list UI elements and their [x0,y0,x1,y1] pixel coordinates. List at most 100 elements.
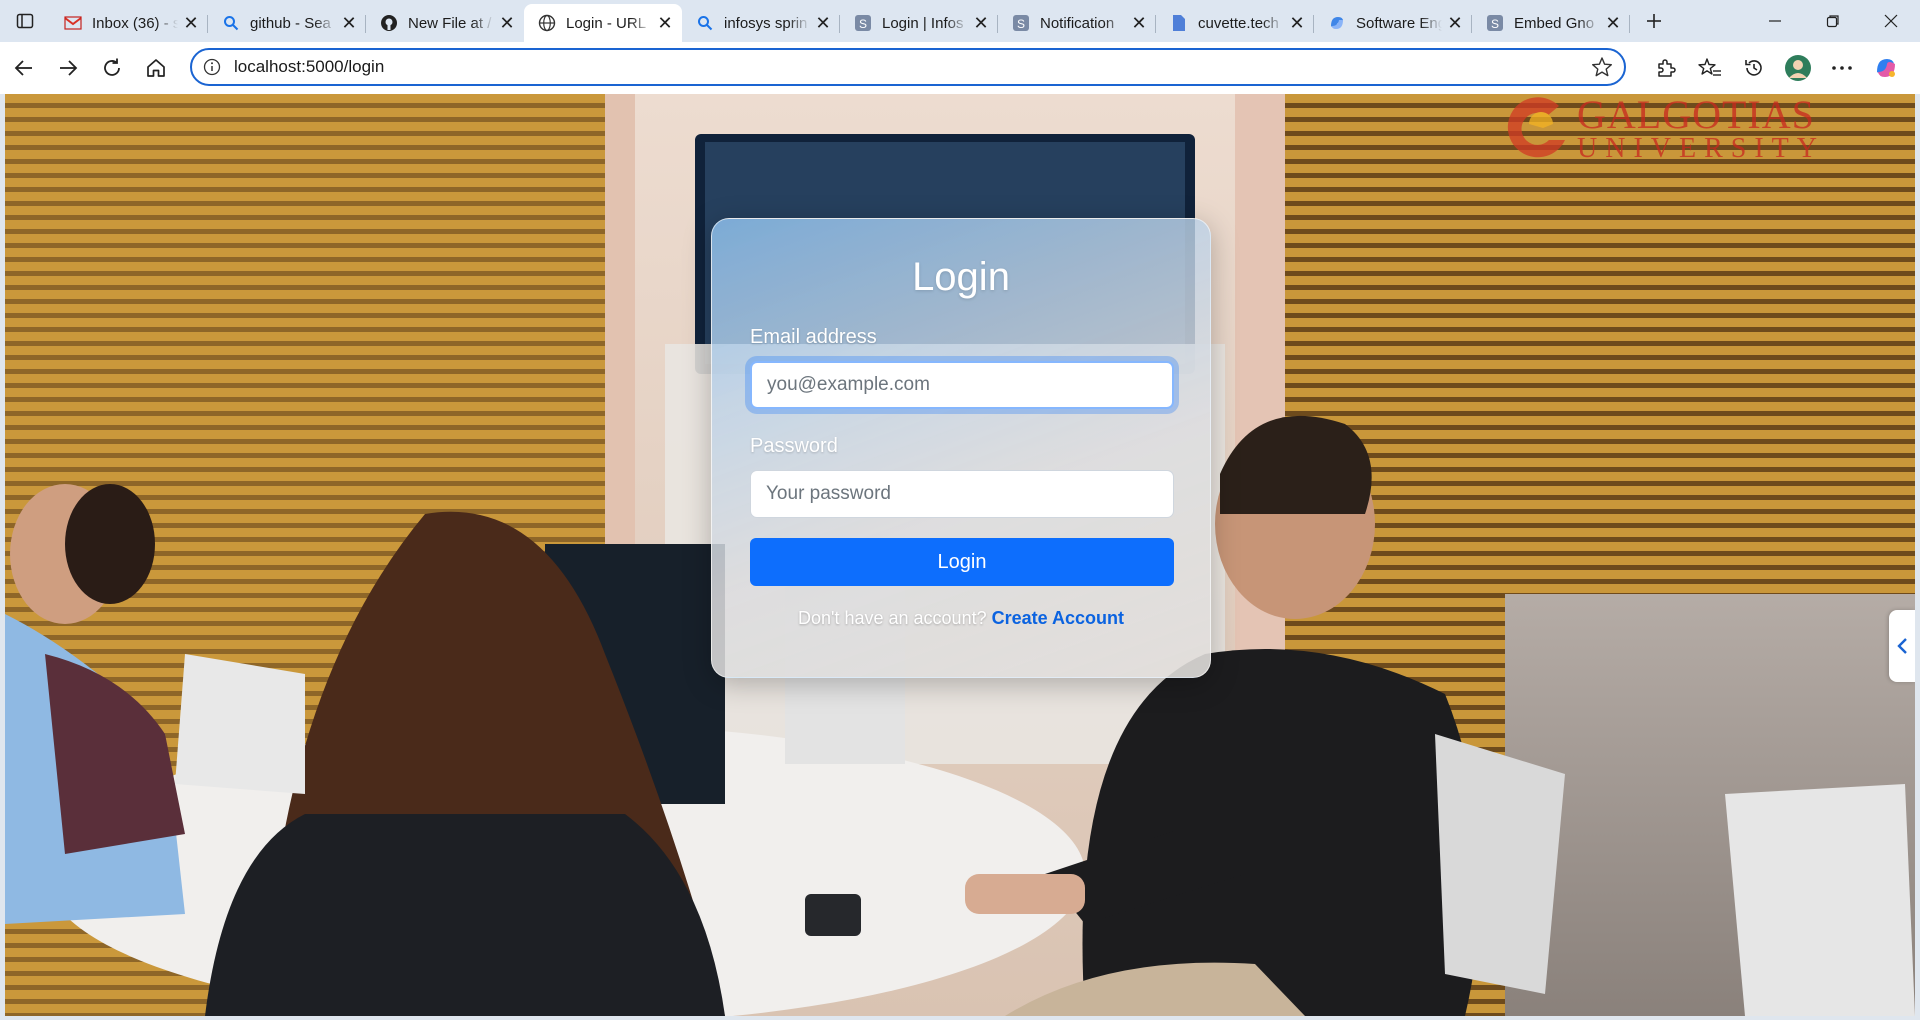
login-button[interactable]: Login [750,538,1174,586]
svg-text:S: S [1491,17,1499,31]
browser-tab[interactable]: Software Eng ✕ [1314,7,1472,39]
tab-actions-icon [16,13,34,29]
password-field[interactable] [750,470,1174,518]
more-options-button[interactable] [1820,48,1864,88]
tab-title: Login | Infos [882,14,964,32]
url-text[interactable]: localhost:5000/login [234,57,1590,77]
browser-toolbar: localhost:5000/login [0,42,1920,94]
email-field[interactable] [750,361,1174,409]
password-field-group: Password [750,435,1174,518]
browser-tab[interactable]: S Notification ✕ [998,7,1156,39]
arrow-right-icon [60,60,78,76]
svg-text:S: S [1017,17,1025,31]
password-label: Password [750,435,838,457]
reload-button[interactable] [90,48,134,88]
minimize-button[interactable] [1746,0,1804,42]
copilot-icon [1328,14,1346,32]
signup-prompt: Don't have an account? [798,608,987,628]
refresh-icon [104,58,120,76]
login-card: Login Email address Password Login Don't… [711,218,1211,678]
new-tab-button[interactable] [1634,5,1674,37]
info-icon[interactable] [202,57,222,77]
close-icon[interactable]: ✕ [814,13,832,33]
minimize-icon [1769,20,1781,22]
tab-title: Software Eng [1356,14,1442,32]
back-button[interactable] [2,48,46,88]
restore-icon [1826,15,1839,28]
tab-title: infosys sprin [724,14,808,32]
gmail-icon [64,14,82,32]
tab-divider [1629,15,1630,33]
browser-tab[interactable]: S Login | Infos ✕ [840,7,998,39]
sidebar-toggle-button[interactable] [1889,610,1915,682]
copilot-icon [1877,59,1895,77]
window-controls [1746,0,1920,42]
university-emblem [1507,97,1565,158]
copilot-button[interactable] [1864,48,1908,88]
browser-tab[interactable]: cuvette.tech ✕ [1156,7,1314,39]
toolbar-actions [1644,48,1908,88]
favorites-button[interactable] [1688,48,1732,88]
university-name: GALGOTIAS [1577,94,1815,137]
address-bar[interactable]: localhost:5000/login [190,48,1626,86]
university-wordmark: GALGOTIAS UNIVERSITY [1577,95,1825,163]
home-icon [147,59,165,77]
tab-strip: Inbox (36) - s ✕ github - Sea ✕ New File… [0,0,1920,42]
springboard-icon: S [854,14,872,32]
browser-tab-active[interactable]: Login - URL ✕ [524,4,682,42]
tab-title: Login - URL [566,14,647,32]
favorites-icon [1698,58,1721,76]
close-icon[interactable]: ✕ [1288,13,1306,33]
tab-title: cuvette.tech [1198,14,1279,32]
search-icon [696,14,714,32]
close-icon[interactable]: ✕ [498,13,516,33]
close-icon[interactable]: ✕ [1130,13,1148,33]
browser-tab[interactable]: infosys sprin ✕ [682,7,840,39]
arrow-left-icon [14,60,32,76]
tab-actions-button[interactable] [0,0,50,42]
chevron-left-icon [1897,638,1907,654]
close-window-button[interactable] [1862,0,1920,42]
university-subtitle: UNIVERSITY [1577,133,1825,164]
restore-button[interactable] [1804,0,1862,42]
close-icon[interactable]: ✕ [656,13,674,33]
tab-title: Notification [1040,14,1115,32]
tab-title: Embed Gno [1514,14,1595,32]
history-button[interactable] [1732,48,1776,88]
close-icon[interactable]: ✕ [1604,13,1622,33]
springboard-icon: S [1012,14,1030,32]
tab-title: Inbox (36) - s [92,14,178,32]
more-icon [1832,66,1852,70]
star-icon[interactable] [1590,55,1614,79]
history-icon [1745,60,1762,76]
plus-icon [1647,14,1661,28]
close-icon[interactable]: ✕ [1446,13,1464,33]
close-icon [1884,14,1898,28]
tab-title: github - Sea [250,14,331,32]
close-icon[interactable]: ✕ [972,13,990,33]
avatar [1785,55,1811,81]
puzzle-icon [1658,59,1676,77]
close-icon[interactable]: ✕ [182,13,200,33]
email-field-group: Email address [750,326,1174,409]
browser-tab[interactable]: S Embed Gno ✕ [1472,7,1630,39]
home-button[interactable] [134,48,178,88]
email-label: Email address [750,326,877,348]
search-icon [222,14,240,32]
browser-tab[interactable]: Inbox (36) - s ✕ [50,7,208,39]
github-icon [380,14,398,32]
close-icon[interactable]: ✕ [340,13,358,33]
extensions-button[interactable] [1644,48,1688,88]
forward-button[interactable] [46,48,90,88]
login-title: Login [912,255,1010,299]
university-logo: GALGOTIAS UNIVERSITY [1499,94,1825,164]
springboard-icon: S [1486,14,1504,32]
tab-title: New File at / [408,14,492,32]
profile-button[interactable] [1776,48,1820,88]
svg-text:S: S [859,17,867,31]
document-icon [1170,14,1188,32]
browser-tab[interactable]: github - Sea ✕ [208,7,366,39]
create-account-link[interactable]: Create Account [992,608,1124,628]
page-viewport: GALGOTIAS UNIVERSITY Login Email address… [5,94,1915,1016]
browser-tab[interactable]: New File at / ✕ [366,7,524,39]
